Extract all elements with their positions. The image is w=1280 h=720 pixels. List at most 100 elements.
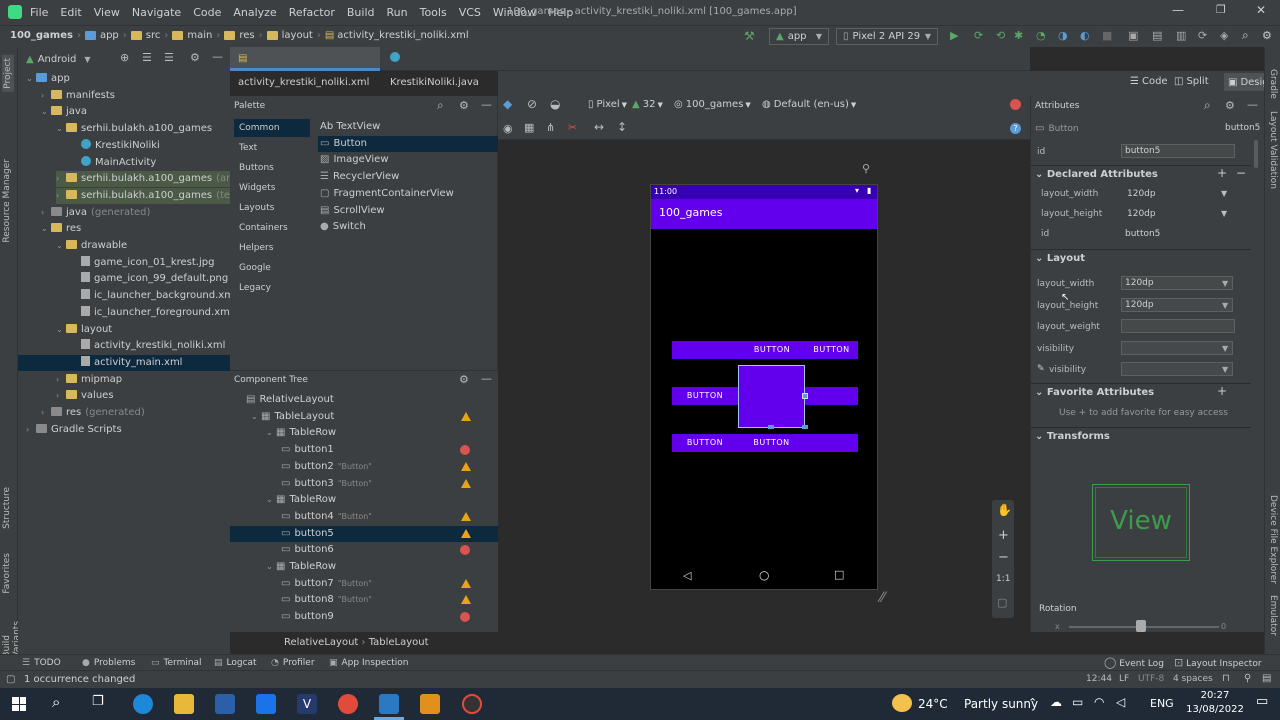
palette-item[interactable]: ▭ Button — [318, 135, 498, 152]
project-tree-item[interactable]: ic_launcher_foreground.xml(v — [71, 305, 246, 321]
palette-category-common[interactable]: Common — [234, 119, 310, 137]
layout-attr-value[interactable]: 120dp — [1121, 297, 1233, 312]
tool-logcat-button[interactable]: ▤ Logcat — [214, 655, 257, 671]
home-icon[interactable]: ○ — [759, 568, 769, 582]
id-field[interactable]: button5 — [1121, 144, 1235, 158]
component-tree-item[interactable]: ⌄ ▦ TableRow — [230, 559, 498, 575]
sublime-icon[interactable] — [420, 694, 440, 714]
clear-constraints-icon[interactable]: ✂ — [568, 121, 577, 134]
chevron-right-icon[interactable]: › — [56, 188, 66, 204]
menu-edit[interactable]: Edit — [60, 6, 81, 19]
button7[interactable]: BUTTON — [672, 434, 738, 452]
palette-category-helpers[interactable]: Helpers — [234, 239, 310, 257]
help-icon[interactable]: ? — [1010, 123, 1021, 134]
chevron-down-icon[interactable]: ⌄ — [41, 104, 51, 120]
project-tree-item[interactable]: ›serhii.bulakh.a100_games(test) — [56, 187, 243, 204]
chevron-down-icon[interactable]: ⌄ — [56, 121, 66, 137]
sdk-manager-icon[interactable]: ▤ — [1152, 29, 1162, 42]
add-attribute-button[interactable]: + — [1217, 166, 1227, 180]
scrollbar[interactable] — [1254, 140, 1258, 168]
zoom-fit-icon[interactable]: ▢ — [997, 596, 1007, 609]
project-tree-item[interactable]: › java (generated) — [41, 205, 230, 221]
theme-select[interactable]: ◎ 100_games ▼ — [674, 99, 751, 110]
file-explorer-icon[interactable] — [174, 694, 194, 714]
component-tree-item[interactable]: ▭ button9 — [230, 609, 498, 625]
error-icon[interactable] — [460, 445, 470, 456]
chevron-down-icon[interactable]: ⌄ — [56, 322, 66, 338]
menu-view[interactable]: View — [94, 6, 120, 19]
component-tree-item[interactable]: ▭ button6 — [230, 542, 498, 558]
device-manager-icon[interactable]: ▣ — [1128, 29, 1138, 42]
menu-vcs[interactable]: VCS — [459, 6, 481, 19]
eye-icon[interactable]: ◉ — [503, 122, 513, 135]
encoding[interactable]: UTF-8 — [1138, 674, 1164, 684]
chevron-down-icon[interactable]: ⌄ — [266, 492, 276, 508]
chevron-right-icon[interactable]: › — [56, 388, 66, 404]
word-icon[interactable] — [379, 694, 399, 714]
resize-corner-icon[interactable]: ⁄⁄ — [880, 590, 885, 606]
palette-category-legacy[interactable]: Legacy — [234, 279, 310, 297]
minimize-button[interactable]: — — [1172, 3, 1184, 17]
tool-tab-favorites[interactable]: Favorites — [2, 553, 12, 594]
chevron-up-icon[interactable]: ⌃ — [1028, 696, 1037, 709]
event-log-button[interactable]: ◯ Event Log — [1104, 655, 1164, 671]
clock-date[interactable]: 13/08/2022 — [1180, 704, 1250, 715]
gradle-icon[interactable]: ◈ — [1220, 29, 1228, 42]
hide-icon[interactable]: — — [481, 372, 492, 385]
expand-horizontal-icon[interactable]: ↔ — [594, 120, 604, 134]
declared-attr-value[interactable]: button5 — [1125, 229, 1160, 239]
v-app-icon[interactable]: V — [297, 694, 317, 714]
remove-attribute-button[interactable]: − — [1236, 166, 1246, 180]
component-path-item[interactable]: RelativeLayout — [284, 637, 358, 648]
tool-tab-layout-validation[interactable]: Layout Validation — [1268, 111, 1278, 189]
warning-icon[interactable] — [461, 578, 471, 588]
palette-category-widgets[interactable]: Widgets — [234, 179, 310, 197]
project-tree-item[interactable]: ⌄ app — [26, 71, 230, 87]
project-tree-item[interactable]: › Gradle Scripts — [26, 422, 230, 438]
project-tree-item[interactable]: › values — [56, 388, 230, 404]
tool-tab-device-file-explorer[interactable]: Device File Explorer — [1268, 495, 1278, 584]
menu-tools[interactable]: Tools — [420, 6, 447, 19]
error-icon[interactable] — [460, 612, 470, 623]
api-select[interactable]: ▲ 32 ▼ — [632, 99, 663, 110]
project-tree-item[interactable]: KrestikiNoliki — [71, 138, 230, 154]
search-icon[interactable]: ⌕ — [1204, 98, 1211, 113]
chevron-right-icon[interactable]: › — [26, 422, 36, 438]
menu-refactor[interactable]: Refactor — [289, 6, 335, 19]
tool-tab-structure[interactable]: Structure — [2, 487, 12, 529]
sync-icon[interactable]: ⟳ — [1198, 29, 1207, 42]
tool-app-inspection-button[interactable]: ▣ App Inspection — [329, 655, 408, 671]
project-tree-item[interactable]: › manifests — [41, 88, 230, 104]
palette-item[interactable]: ▢ FragmentContainerView — [318, 186, 498, 202]
view-mode-code[interactable]: ☰ Code — [1130, 76, 1168, 87]
tab-activity-krestiki-noliki[interactable]: ▤ activity_krestiki_noliki.xml × — [230, 47, 380, 112]
chevron-right-icon[interactable]: › — [56, 372, 66, 388]
chevron-down-icon[interactable]: ▼ — [1222, 301, 1228, 310]
view-mode-split[interactable]: ◫ Split — [1174, 76, 1209, 87]
collapse-all-icon[interactable]: ☰ — [164, 51, 174, 64]
warning-icon[interactable] — [461, 595, 471, 605]
pin-icon[interactable]: ⚲ — [862, 162, 870, 175]
component-tree-item[interactable]: ▭ button1 — [230, 442, 498, 458]
button3[interactable]: BUTTON — [805, 341, 858, 359]
breadcrumb-item[interactable]: res — [239, 30, 254, 41]
chevron-right-icon[interactable]: › — [41, 205, 51, 221]
gear-icon[interactable]: ⚙ — [1225, 99, 1235, 112]
gear-icon[interactable]: ⚙ — [190, 51, 200, 64]
tool-tab-emulator[interactable]: Emulator — [1268, 595, 1278, 636]
component-tree-item[interactable]: ⌄ ▦ TableRow — [230, 492, 498, 508]
project-tree-item[interactable]: ⌄ layout — [56, 322, 230, 338]
project-tree-item[interactable]: › mipmap — [56, 372, 230, 388]
component-tree-item[interactable]: ⌄ ▦ TableLayout — [230, 409, 498, 425]
resize-handle[interactable] — [768, 425, 774, 429]
error-icon[interactable] — [460, 545, 470, 556]
language-indicator[interactable]: ENG — [1150, 697, 1174, 710]
button2[interactable]: BUTTON — [739, 341, 805, 359]
line-separator[interactable]: LF — [1119, 674, 1129, 684]
chevron-down-icon[interactable]: ⌄ — [41, 221, 51, 237]
chevron-down-icon[interactable]: ⌄ — [266, 559, 276, 575]
project-tree-item[interactable]: ic_launcher_background.xml — [71, 288, 237, 304]
tool-tab-gradle[interactable]: Gradle — [1268, 69, 1278, 99]
task-view-icon[interactable]: ❐ — [92, 694, 104, 709]
menu-analyze[interactable]: Analyze — [233, 6, 276, 19]
